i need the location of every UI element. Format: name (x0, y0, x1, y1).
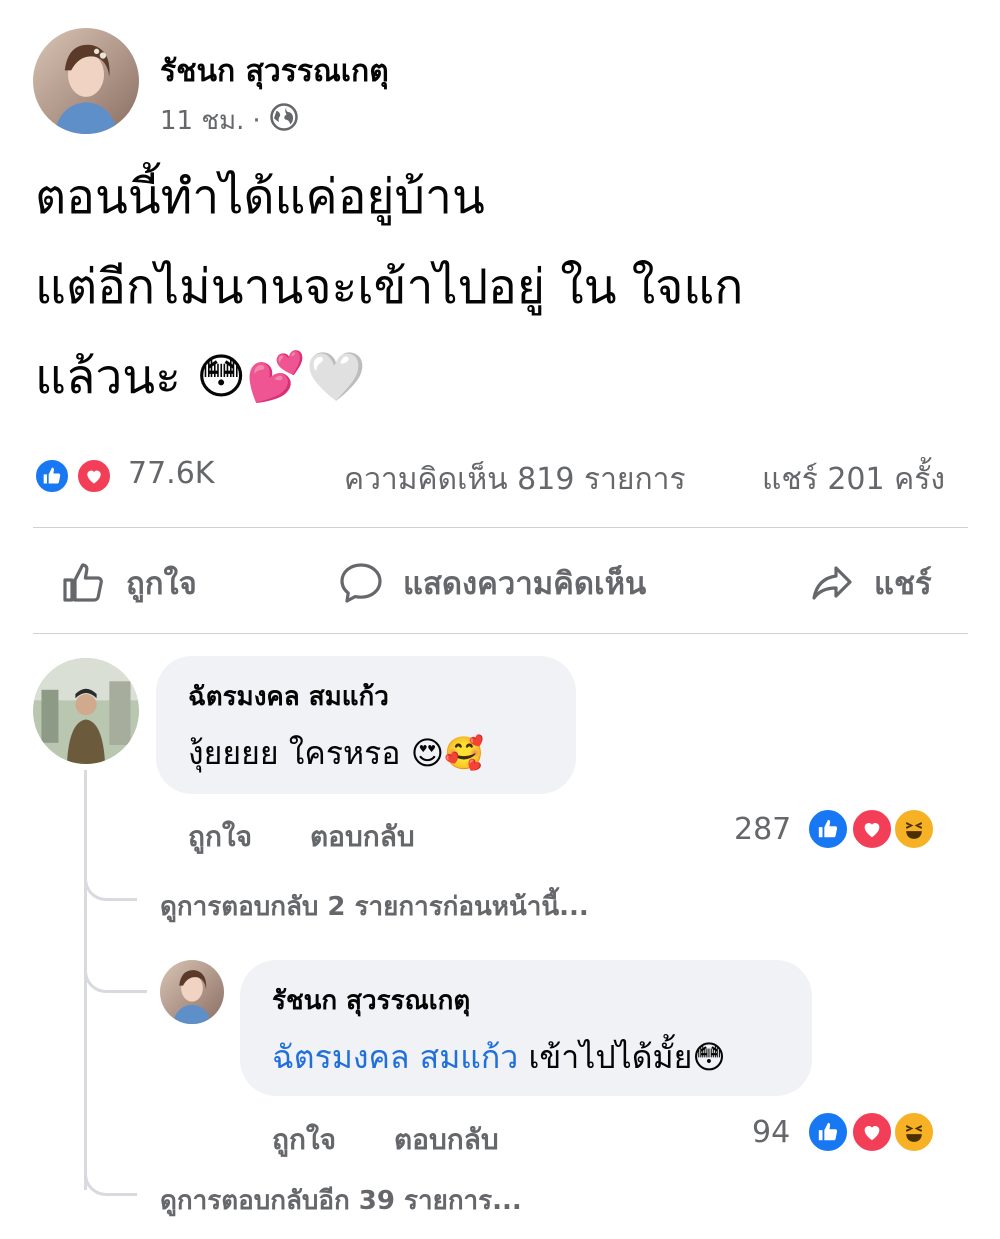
like-label: ถูกใจ (126, 566, 197, 602)
reply-text-body: เข้าไปได้มั้ย😳 (518, 1038, 726, 1076)
comment-reaction-count[interactable]: 287 (734, 812, 791, 847)
post-text: ตอนนี้ทำได้แค่อยู่บ้าน แต่อีกไม่นานจะเข้… (35, 152, 743, 422)
comment-label: แสดงความคิดเห็น (403, 566, 647, 602)
comment-button[interactable]: แสดงความคิดเห็น (337, 558, 646, 608)
share-icon (808, 559, 856, 607)
thread-connector (84, 950, 147, 993)
author-avatar[interactable] (33, 28, 139, 134)
reply-reactions[interactable] (806, 1110, 936, 1154)
like-reaction-icon (806, 807, 850, 851)
shares-count[interactable]: แชร์ 201 ครั้ง (762, 456, 945, 503)
haha-reaction-icon (892, 1110, 936, 1154)
divider-bottom (33, 633, 968, 634)
post-text-line: แต่อีกไม่นานจะเข้าไปอยู่ ใน ใจแก (35, 259, 744, 315)
like-reaction-icon (806, 1110, 850, 1154)
love-reaction-icon (75, 457, 113, 495)
reply-author[interactable]: รัชนก สุวรรณเกตุ (272, 980, 470, 1021)
comment-text: งุ้ยยยย ใครหรอ 😍🥰 (188, 734, 484, 772)
reply-reply-button[interactable]: ตอบกลับ (394, 1118, 499, 1162)
reactions-count[interactable]: 77.6K (128, 456, 214, 491)
post-text-line: แล้วนะ 😳💕🤍 (35, 349, 366, 405)
reaction-icons[interactable] (33, 457, 119, 497)
love-reaction-icon (850, 807, 894, 851)
comments-count[interactable]: ความคิดเห็น 819 รายการ (344, 456, 686, 503)
comment-like-button[interactable]: ถูกใจ (188, 815, 252, 859)
like-reaction-icon (33, 457, 71, 495)
meta-separator: · (252, 105, 261, 136)
reply-like-button[interactable]: ถูกใจ (272, 1118, 336, 1162)
post-time[interactable]: 11 ชม. (160, 100, 244, 141)
view-more-replies-link[interactable]: ดูการตอบกลับอีก 39 รายการ... (160, 1180, 522, 1221)
commenter-avatar[interactable] (33, 658, 139, 764)
post-text-line: ตอนนี้ทำได้แค่อยู่บ้าน (35, 169, 485, 225)
view-previous-replies-link[interactable]: ดูการตอบกลับ 2 รายการก่อนหน้านี้... (160, 886, 589, 927)
haha-reaction-icon (892, 807, 936, 851)
post-meta: 11 ชม. · (160, 100, 299, 141)
globe-icon (269, 102, 299, 139)
like-button[interactable]: ถูกใจ (60, 558, 197, 608)
reply-author-avatar[interactable] (160, 960, 224, 1024)
comment-bubble: ฉัตรมงคล สมแก้ว งุ้ยยยย ใครหรอ 😍🥰 (156, 656, 576, 794)
comment-icon (337, 559, 385, 607)
share-button[interactable]: แชร์ (808, 558, 932, 608)
love-reaction-icon (850, 1110, 894, 1154)
post-author-name[interactable]: รัชนก สุวรรณเกตุ (160, 48, 389, 95)
comment-reactions[interactable] (806, 807, 936, 851)
thread-connector (84, 1155, 137, 1196)
reply-text: ฉัตรมงคล สมแก้ว เข้าไปได้มั้ย😳 (272, 1032, 726, 1083)
comment-author[interactable]: ฉัตรมงคล สมแก้ว (188, 676, 389, 717)
thumbs-up-icon (60, 559, 108, 607)
share-label: แชร์ (874, 566, 932, 602)
comment-reply-button[interactable]: ตอบกลับ (310, 815, 415, 859)
divider-top (33, 527, 968, 528)
thread-connector (84, 860, 137, 901)
reply-mention-link[interactable]: ฉัตรมงคล สมแก้ว (272, 1038, 518, 1076)
reply-bubble: รัชนก สุวรรณเกตุ ฉัตรมงคล สมแก้ว เข้าไปไ… (240, 960, 812, 1096)
reply-reaction-count[interactable]: 94 (752, 1115, 790, 1150)
